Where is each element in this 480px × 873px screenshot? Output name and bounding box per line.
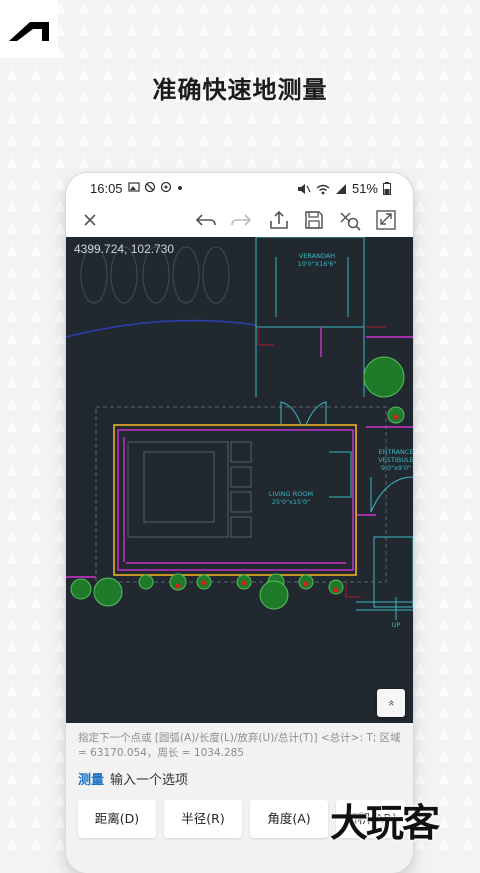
autodesk-logo-icon (9, 22, 49, 41)
label-up: UP (392, 621, 401, 629)
sync-icon (160, 181, 172, 193)
battery-icon (383, 182, 391, 195)
drawing-canvas[interactable]: VERANDAH 10'0"X16'6" LIVING ROOM 25'0"x1… (66, 237, 413, 723)
share-icon[interactable] (267, 209, 291, 231)
notification-icons (128, 181, 184, 193)
distance-option-button[interactable]: 距离(D) (78, 800, 156, 838)
label-living-room: LIVING ROOM (269, 490, 313, 498)
close-icon[interactable] (78, 209, 102, 231)
command-line[interactable]: 测量 输入一个选项 (78, 769, 188, 788)
label-living-room-dim: 25'0"x15'0" (272, 498, 310, 506)
angle-option-button[interactable]: 角度(A) (250, 800, 328, 838)
no-entry-icon (144, 181, 156, 193)
label-verandah-dim: 10'0"X16'6" (298, 260, 337, 268)
watermark-logo: 大玩客 (330, 801, 440, 845)
label-vestibule-dim: 9'0"x9'0" (381, 464, 411, 472)
radius-option-button[interactable]: 半径(R) (164, 800, 242, 838)
redo-icon[interactable] (229, 209, 253, 231)
promo-headline: 准确快速地测量 (152, 76, 328, 104)
cursor-coordinates: 4399.724, 102.730 (74, 242, 175, 256)
measure-icon[interactable] (338, 209, 362, 231)
save-icon[interactable] (302, 209, 326, 231)
battery-percent: 51% (351, 181, 378, 196)
undo-icon[interactable] (194, 209, 218, 231)
command-keyword: 测量 (78, 773, 105, 788)
dot-icon (178, 186, 182, 190)
command-history: 指定下一个点或 [圆弧(A)/长度(L)/放弃(U)/总计(T)] <总计>: … (78, 732, 401, 759)
floor-plan: VERANDAH 10'0"X16'6" LIVING ROOM 25'0"x1… (66, 237, 413, 629)
collapse-button[interactable]: » (377, 689, 405, 717)
status-bar: 16:05 51% (66, 173, 413, 203)
gallery-icon (128, 182, 140, 192)
mute-icon (297, 183, 311, 194)
autodesk-logo (0, 0, 58, 58)
signal-icon (335, 183, 346, 194)
label-verandah: VERANDAH (299, 252, 335, 260)
label-vestibule: VESTIBULE (378, 456, 413, 464)
phone-frame: 16:05 51% VERANDAH 10'0"X16'6" LIVING RO… (66, 173, 413, 873)
status-time: 16:05 (90, 181, 123, 196)
fullscreen-icon[interactable] (374, 209, 398, 231)
status-right-group: 51% (297, 181, 391, 196)
chevron-up-icon: » (383, 699, 397, 707)
command-instruction: 输入一个选项 (110, 773, 189, 788)
drawing-toolbar (66, 203, 413, 237)
label-entrance: ENTRANCE (378, 448, 413, 456)
wifi-icon (316, 184, 330, 194)
